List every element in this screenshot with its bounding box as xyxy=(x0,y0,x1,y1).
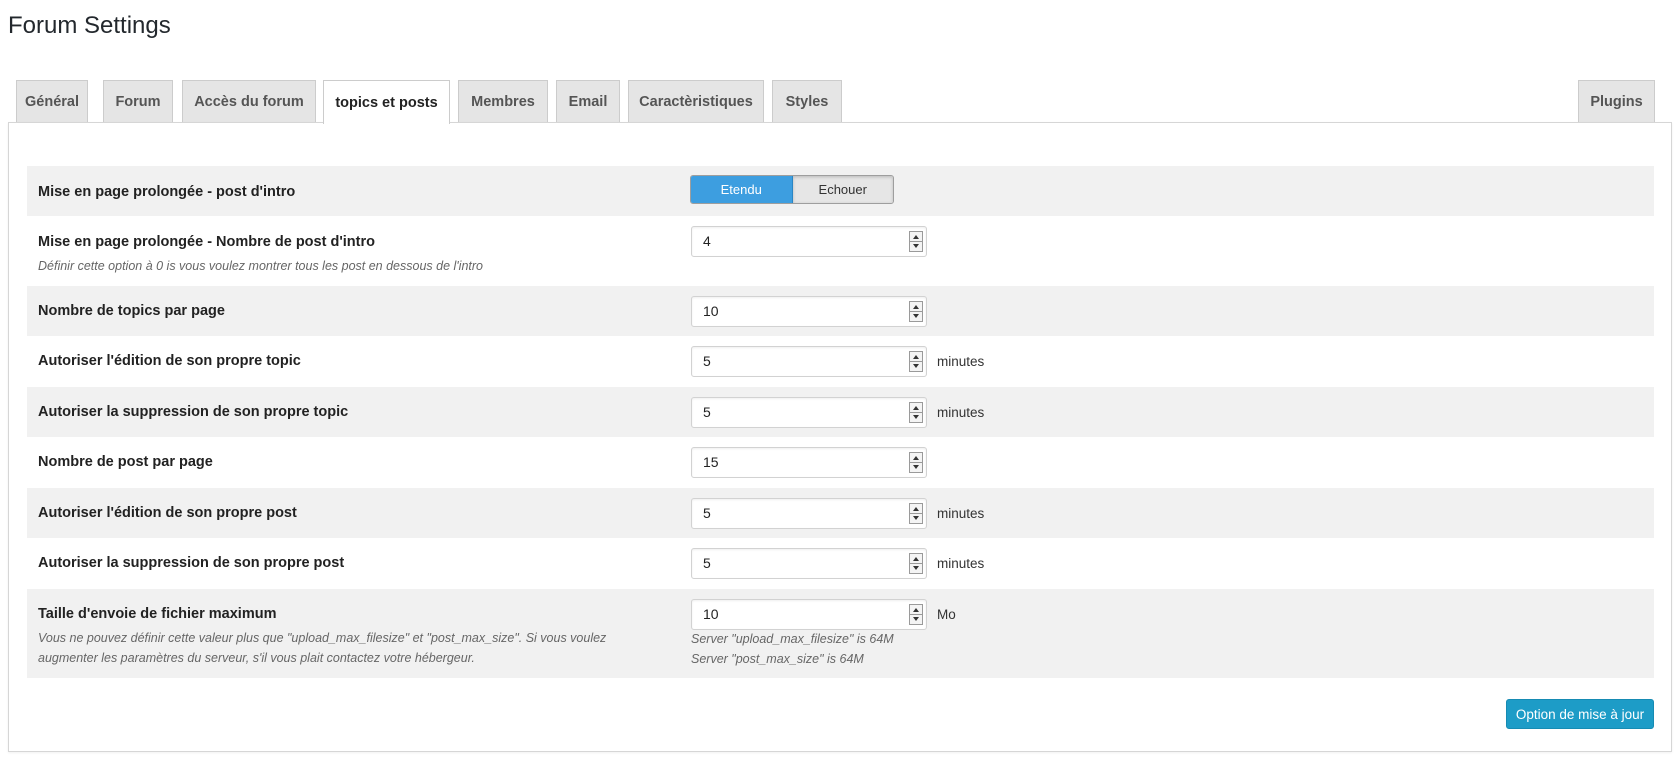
toggle-option-echouer[interactable]: Echouer xyxy=(792,176,893,203)
intro-layout-toggle: Etendu Echouer xyxy=(690,175,894,204)
input-value: 10 xyxy=(703,303,719,319)
input-value: 5 xyxy=(703,555,711,571)
settings-tabs: Général Forum Accès du forum topics et p… xyxy=(16,80,1655,124)
tab-acces-du-forum[interactable]: Accès du forum xyxy=(182,80,316,122)
update-options-button[interactable]: Option de mise à jour xyxy=(1506,699,1654,729)
tab-topics-et-posts[interactable]: topics et posts xyxy=(323,80,450,124)
setting-row-edit-own-post: Autoriser l'édition de son propre post 5… xyxy=(27,488,1654,538)
setting-description-line1: Vous ne pouvez définir cette valeur plus… xyxy=(38,631,607,645)
unit-label: minutes xyxy=(937,405,985,420)
page-title: Forum Settings xyxy=(8,12,171,39)
setting-label: Autoriser la suppression de son propre p… xyxy=(38,555,345,571)
spinner-arrows-icon[interactable] xyxy=(909,604,923,625)
setting-row-edit-own-topic: Autoriser l'édition de son propre topic … xyxy=(27,336,1654,387)
server-upload-limit-note: Server "upload_max_filesize" is 64M xyxy=(691,632,894,646)
input-value: 15 xyxy=(703,454,719,470)
setting-row-delete-own-topic: Autoriser la suppression de son propre t… xyxy=(27,387,1654,437)
unit-label: minutes xyxy=(937,354,985,369)
delete-own-topic-input[interactable]: 5 xyxy=(691,397,927,428)
tab-styles[interactable]: Styles xyxy=(772,80,842,122)
setting-label: Autoriser la suppression de son propre t… xyxy=(38,404,349,420)
tab-email[interactable]: Email xyxy=(556,80,620,122)
input-value: 5 xyxy=(703,404,711,420)
setting-label: Mise en page prolongée - Nombre de post … xyxy=(38,234,375,250)
setting-row-max-upload-size: Taille d'envoie de fichier maximum Vous … xyxy=(27,589,1654,678)
setting-label: Mise en page prolongée - post d'intro xyxy=(38,184,296,200)
settings-list: Mise en page prolongée - post d'intro Et… xyxy=(27,166,1654,678)
server-post-limit-note: Server "post_max_size" is 64M xyxy=(691,652,864,666)
setting-row-posts-per-page: Nombre de post par page 15 xyxy=(27,437,1654,488)
setting-label: Taille d'envoie de fichier maximum xyxy=(38,606,277,622)
topics-per-page-input[interactable]: 10 xyxy=(691,296,927,327)
setting-label: Autoriser l'édition de son propre post xyxy=(38,505,297,521)
spinner-arrows-icon[interactable] xyxy=(909,351,923,372)
setting-label: Autoriser l'édition de son propre topic xyxy=(38,353,301,369)
spinner-arrows-icon[interactable] xyxy=(909,402,923,423)
intro-post-count-input[interactable]: 4 xyxy=(691,226,927,257)
unit-label: Mo xyxy=(937,607,956,622)
max-upload-size-input[interactable]: 10 xyxy=(691,599,927,630)
tab-forum[interactable]: Forum xyxy=(103,80,173,122)
tab-plugins[interactable]: Plugins xyxy=(1578,80,1655,122)
setting-row-topics-per-page: Nombre de topics par page 10 xyxy=(27,286,1654,336)
tab-caracteristiques[interactable]: Caractèristiques xyxy=(628,80,764,122)
setting-label: Nombre de topics par page xyxy=(38,303,225,319)
spinner-arrows-icon[interactable] xyxy=(909,231,923,252)
input-value: 4 xyxy=(703,233,711,249)
setting-description-line2: augmenter les paramètres du serveur, s'i… xyxy=(38,651,475,665)
setting-label: Nombre de post par page xyxy=(38,454,213,470)
spinner-arrows-icon[interactable] xyxy=(909,301,923,322)
input-value: 10 xyxy=(703,606,719,622)
posts-per-page-input[interactable]: 15 xyxy=(691,447,927,478)
setting-row-intro-post-count: Mise en page prolongée - Nombre de post … xyxy=(27,216,1654,286)
setting-row-delete-own-post: Autoriser la suppression de son propre p… xyxy=(27,538,1654,589)
tab-membres[interactable]: Membres xyxy=(458,80,548,122)
setting-row-intro-layout: Mise en page prolongée - post d'intro Et… xyxy=(27,166,1654,216)
input-value: 5 xyxy=(703,353,711,369)
setting-description: Définir cette option à 0 is vous voulez … xyxy=(38,259,483,273)
tab-general[interactable]: Général xyxy=(16,80,88,122)
input-value: 5 xyxy=(703,505,711,521)
delete-own-post-input[interactable]: 5 xyxy=(691,548,927,579)
spinner-arrows-icon[interactable] xyxy=(909,553,923,574)
unit-label: minutes xyxy=(937,506,985,521)
unit-label: minutes xyxy=(937,556,985,571)
edit-own-post-input[interactable]: 5 xyxy=(691,498,927,529)
edit-own-topic-input[interactable]: 5 xyxy=(691,346,927,377)
spinner-arrows-icon[interactable] xyxy=(909,503,923,524)
spinner-arrows-icon[interactable] xyxy=(909,452,923,473)
toggle-option-etendu[interactable]: Etendu xyxy=(691,176,793,203)
